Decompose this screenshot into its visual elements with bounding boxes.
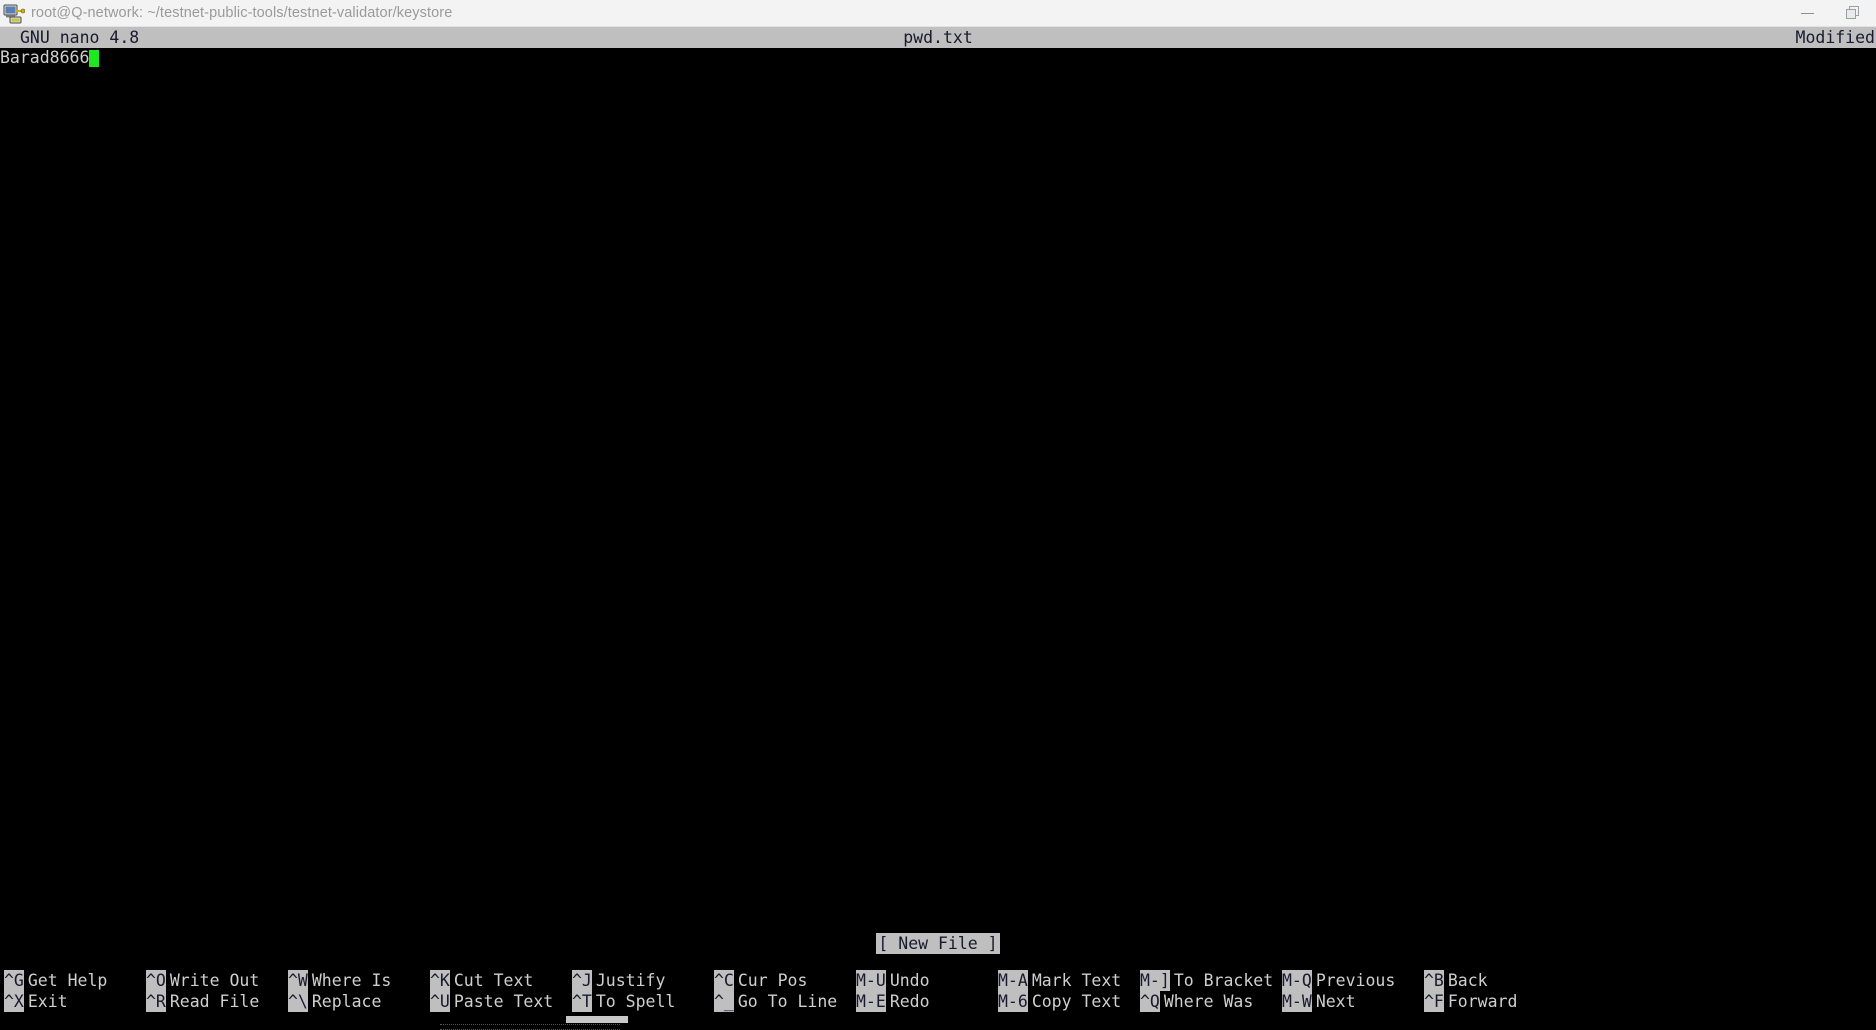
shortcut-label: Copy Text xyxy=(1031,992,1122,1011)
nano-edit-area[interactable]: Barad8666 xyxy=(0,48,1876,928)
nano-shortcut-bar: ^G Get Help ^O Write Out ^W Where Is ^K Cut Tex… xyxy=(0,970,1876,1012)
shortcut-row-1: ^G Get Help ^O Write Out ^W Where Is ^K Cut Tex… xyxy=(0,970,1876,991)
shortcut-label: Justify xyxy=(595,971,666,990)
shortcut-where-is[interactable]: ^W Where Is xyxy=(288,970,430,991)
minimize-icon xyxy=(1800,12,1814,14)
status-message: [ New File ] xyxy=(876,933,1000,954)
shortcut-label: To Bracket xyxy=(1173,971,1274,990)
shortcut-label: Redo xyxy=(889,992,930,1011)
shortcut-justify[interactable]: ^J Justify xyxy=(572,970,714,991)
nano-modified-flag: Modified xyxy=(1795,28,1875,47)
shortcut-key: ^R xyxy=(146,991,166,1012)
shortcut-cur-pos[interactable]: ^C Cur Pos xyxy=(714,970,856,991)
terminal-screen[interactable]: GNU nano 4.8 pwd.txt Modified Barad8666 … xyxy=(0,27,1876,1030)
shortcut-key: ^T xyxy=(572,991,592,1012)
shortcut-label: Back xyxy=(1447,971,1488,990)
shortcut-to-spell[interactable]: ^T To Spell xyxy=(572,991,714,1012)
shortcut-write-out[interactable]: ^O Write Out xyxy=(146,970,288,991)
shortcut-label: Forward xyxy=(1447,992,1518,1011)
shortcut-to-bracket[interactable]: M-] To Bracket xyxy=(1140,970,1282,991)
scrollbar-texture xyxy=(440,1024,620,1030)
shortcut-forward[interactable]: ^F Forward xyxy=(1424,991,1566,1012)
putty-terminal-icon xyxy=(3,2,26,24)
shortcut-read-file[interactable]: ^R Read File xyxy=(146,991,288,1012)
nano-version: GNU nano 4.8 xyxy=(20,28,140,47)
nano-titlebar: GNU nano 4.8 pwd.txt Modified xyxy=(0,27,1876,48)
shortcut-key: ^C xyxy=(714,970,734,991)
scrollbar-thumb[interactable] xyxy=(566,1016,628,1023)
text-cursor xyxy=(89,49,100,67)
shortcut-row-2: ^X Exit ^R Read File ^\ Replace ^U Paste Text ^T… xyxy=(0,991,1876,1012)
shortcut-label: To Spell xyxy=(595,992,676,1011)
shortcut-label: Go To Line xyxy=(737,992,838,1011)
shortcut-key: M-U xyxy=(856,970,886,991)
shortcut-label: Exit xyxy=(27,992,68,1011)
bottom-scroll-strip[interactable] xyxy=(0,1012,1876,1030)
shortcut-key: ^G xyxy=(4,970,24,991)
shortcut-key: ^\ xyxy=(288,991,308,1012)
shortcut-label: Replace xyxy=(311,992,382,1011)
shortcut-label: Get Help xyxy=(27,971,108,990)
shortcut-exit[interactable]: ^X Exit xyxy=(4,991,146,1012)
shortcut-key: ^W xyxy=(288,970,308,991)
shortcut-label: Mark Text xyxy=(1031,971,1122,990)
shortcut-label: Read File xyxy=(169,992,260,1011)
shortcut-label: Previous xyxy=(1315,971,1396,990)
shortcut-key: M-6 xyxy=(998,991,1028,1012)
shortcut-key: ^_ xyxy=(714,991,734,1012)
shortcut-go-to-line[interactable]: ^_ Go To Line xyxy=(714,991,856,1012)
shortcut-key: M-W xyxy=(1282,991,1312,1012)
shortcut-key: M-E xyxy=(856,991,886,1012)
shortcut-key: M-Q xyxy=(1282,970,1312,991)
shortcut-undo[interactable]: M-U Undo xyxy=(856,970,998,991)
shortcut-key: ^U xyxy=(430,991,450,1012)
shortcut-key: ^K xyxy=(430,970,450,991)
window-title: root@Q-network: ~/testnet-public-tools/t… xyxy=(31,5,453,21)
shortcut-label: Cut Text xyxy=(453,971,534,990)
nano-filename-wrap: pwd.txt xyxy=(0,27,1876,48)
shortcut-label: Where Was xyxy=(1163,992,1254,1011)
buffer-line-text: Barad8666 xyxy=(0,48,90,67)
scrollbar-track[interactable] xyxy=(0,1016,1876,1030)
restore-icon xyxy=(1846,6,1860,20)
shortcut-label: Next xyxy=(1315,992,1356,1011)
shortcut-label: Cur Pos xyxy=(737,971,808,990)
shortcut-key: ^J xyxy=(572,970,592,991)
shortcut-get-help[interactable]: ^G Get Help xyxy=(4,970,146,991)
shortcut-label: Paste Text xyxy=(453,992,554,1011)
shortcut-key: ^O xyxy=(146,970,166,991)
shortcut-label: Where Is xyxy=(311,971,392,990)
shortcut-key: ^B xyxy=(1424,970,1444,991)
shortcut-previous[interactable]: M-Q Previous xyxy=(1282,970,1424,991)
shortcut-back[interactable]: ^B Back xyxy=(1424,970,1566,991)
shortcut-next[interactable]: M-W Next xyxy=(1282,991,1424,1012)
shortcut-cut-text[interactable]: ^K Cut Text xyxy=(430,970,572,991)
nano-status-line: [ New File ] xyxy=(0,933,1876,954)
shortcut-key: ^F xyxy=(1424,991,1444,1012)
shortcut-key: M-] xyxy=(1140,970,1170,991)
minimize-button[interactable] xyxy=(1784,0,1830,27)
nano-filename: pwd.txt xyxy=(903,28,973,47)
shortcut-redo[interactable]: M-E Redo xyxy=(856,991,998,1012)
restore-button[interactable] xyxy=(1830,0,1876,27)
shortcut-paste-text[interactable]: ^U Paste Text xyxy=(430,991,572,1012)
shortcut-key: M-A xyxy=(998,970,1028,991)
shortcut-replace[interactable]: ^\ Replace xyxy=(288,991,430,1012)
shortcut-key: ^X xyxy=(4,991,24,1012)
buffer-line[interactable]: Barad8666 xyxy=(0,48,1876,69)
shortcut-label: Write Out xyxy=(169,971,260,990)
shortcut-key: ^Q xyxy=(1140,991,1160,1012)
window-titlebar[interactable]: root@Q-network: ~/testnet-public-tools/t… xyxy=(0,0,1876,27)
shortcut-copy-text[interactable]: M-6 Copy Text xyxy=(998,991,1140,1012)
shortcut-mark-text[interactable]: M-A Mark Text xyxy=(998,970,1140,991)
shortcut-where-was[interactable]: ^Q Where Was xyxy=(1140,991,1282,1012)
shortcut-label: Undo xyxy=(889,971,930,990)
